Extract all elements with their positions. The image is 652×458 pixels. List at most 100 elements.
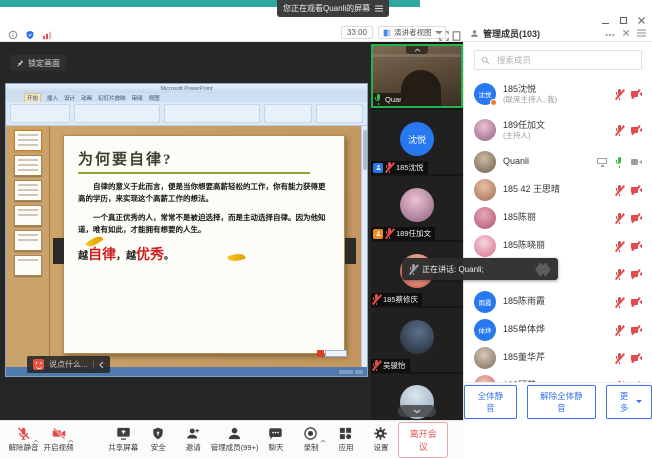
collapse-left-icon[interactable] [99,361,104,369]
record-button[interactable]: 录制 [293,426,328,453]
member-row[interactable]: Quanli [474,148,642,176]
mic-muted-icon[interactable] [616,241,623,252]
layout-icon [383,29,391,37]
camera-off-icon[interactable] [631,270,642,278]
scroll-down-videos-button[interactable] [398,405,436,417]
camera-icon[interactable] [631,158,642,166]
slide-thumbnail[interactable] [14,180,42,201]
member-row[interactable]: 体烨 185单体烨 [474,316,642,344]
more-options-icon[interactable] [605,24,615,42]
member-row[interactable]: 185 42 王思晴 [474,176,642,204]
collapse-up-icon[interactable] [406,46,428,54]
settings-button[interactable]: 设置 [363,426,398,453]
slide-thumbnail[interactable] [14,205,42,226]
member-row[interactable]: 185董华芹 [474,344,642,372]
video-tile[interactable]: 沈悦 185沈悦 [371,110,463,174]
chat-button[interactable]: 聊天 [258,426,293,453]
mic-muted-icon[interactable] [616,269,623,280]
camera-off-icon[interactable] [631,326,642,334]
video-tile[interactable]: 189任加文 [371,176,463,240]
camera-off-icon[interactable] [631,298,642,306]
mic-muted-icon[interactable] [616,353,623,364]
camera-off-icon[interactable] [631,242,642,250]
search-box[interactable] [474,50,642,70]
slide-thumbnail[interactable] [14,130,42,151]
ppt-floating-widget [317,350,347,357]
member-row[interactable]: 189任加文(主持人) [474,112,642,148]
manage-members-button[interactable]: 管理成员(99+) [211,426,259,453]
ppt-tab[interactable]: 设计 [64,94,75,102]
camera-off-icon[interactable] [631,90,642,98]
slide-thumbnail[interactable] [14,155,42,176]
more-button[interactable]: 更多 [606,385,652,419]
avatar: 雨霞 [474,291,496,313]
video-tile[interactable]: 吴骏怡 [371,308,463,372]
avatar [474,119,496,141]
view-mode-dropdown[interactable]: 演讲者视图 [378,26,446,39]
share-screen-button[interactable]: 共享屏幕 [106,426,141,453]
ribbon-group [10,104,70,123]
camera-off-icon[interactable] [631,126,642,134]
start-video-button[interactable]: 开启视频 [41,426,76,453]
slide-deco-bar [345,238,356,264]
mute-all-button[interactable]: 全体静音 [464,385,517,419]
member-row[interactable]: 185陈晓丽 [474,232,642,260]
mic-muted-icon [373,294,380,305]
mic-muted-icon[interactable] [616,89,623,100]
invite-button[interactable]: 邀请 [176,426,211,453]
slide-paragraph: 一个真正优秀的人，常常不是被迫选择，而是主动选择自律。因为他知道，唯有如此，才能… [78,212,330,236]
emoji-icon[interactable] [33,359,44,370]
video-tile-speaker[interactable]: Quanli [371,44,463,108]
panel-menu-icon[interactable] [637,24,646,42]
ppt-ribbon-tabs[interactable]: 开始 插入 设计 动画 幻灯片放映 审阅 视图 [6,93,367,102]
ppt-tab[interactable]: 视图 [149,94,160,102]
screen-sharing-icon [597,158,608,167]
ppt-tab[interactable]: 动画 [81,94,92,102]
ppt-tab[interactable]: 开始 [24,93,41,102]
banner-menu-icon[interactable] [375,5,383,12]
slide-thumbnail-panel[interactable] [6,126,50,367]
camera-off-icon[interactable] [631,186,642,194]
close-panel-icon[interactable] [622,24,630,42]
member-row[interactable]: 185陈丽 [474,204,642,232]
avatar: 体烨 [474,319,496,341]
ppt-tab[interactable]: 幻灯片放映 [98,94,126,102]
mic-muted-icon[interactable] [616,213,623,224]
avatar [474,207,496,229]
mic-muted-icon[interactable] [616,325,623,336]
meeting-timer: 33:00 [341,26,373,39]
chevron-up-icon[interactable] [68,430,74,448]
mic-muted-icon [410,264,417,275]
mic-muted-icon[interactable] [616,125,623,136]
members-panel-header: 管理成员(103) [464,24,652,42]
chevron-up-icon[interactable] [33,430,39,448]
ribbon-group [316,104,363,123]
pin-screen-button[interactable]: 锁定画面 [10,55,66,71]
mic-muted-icon[interactable] [616,185,623,196]
quick-chat-pill[interactable]: 说点什么... [27,356,110,373]
slide-deco-bar [53,238,64,264]
slide-thumbnail[interactable] [14,230,42,251]
leave-meeting-button[interactable]: 离开会议 [398,422,448,458]
participant-name: Quanli [385,95,407,104]
ppt-scrollbar[interactable] [361,126,367,367]
unmute-all-button[interactable]: 解除全体静音 [527,385,596,419]
watching-screen-banner[interactable]: 您正在观看Quanli的屏幕 [277,0,389,17]
apps-button[interactable]: 应用 [328,426,363,453]
slide-thumbnail[interactable] [14,255,42,276]
unmute-button[interactable]: 解除静音 [6,426,41,453]
slide-paragraph: 自律的意义于此而言，便是当你想要高薪轻松的工作，你有能力获得更高的学历，来实现这… [78,181,330,205]
camera-off-icon[interactable] [631,214,642,222]
avatar [400,188,434,222]
security-button[interactable]: 安全 [141,426,176,453]
ppt-tab[interactable]: 插入 [47,94,58,102]
mic-muted-icon[interactable] [616,297,623,308]
search-input[interactable] [495,54,635,66]
members-panel: 沈悦 185沈悦(联席主持人, 我) 189任加文(主持人) Quanli [463,42,652,420]
mic-on-icon[interactable] [616,157,623,168]
member-row[interactable]: 雨霞 185陈雨霞 [474,288,642,316]
member-row[interactable]: 沈悦 185沈悦(联席主持人, 我) [474,76,642,112]
camera-off-icon[interactable] [631,354,642,362]
chevron-up-icon[interactable] [320,430,326,448]
ppt-tab[interactable]: 审阅 [132,94,143,102]
